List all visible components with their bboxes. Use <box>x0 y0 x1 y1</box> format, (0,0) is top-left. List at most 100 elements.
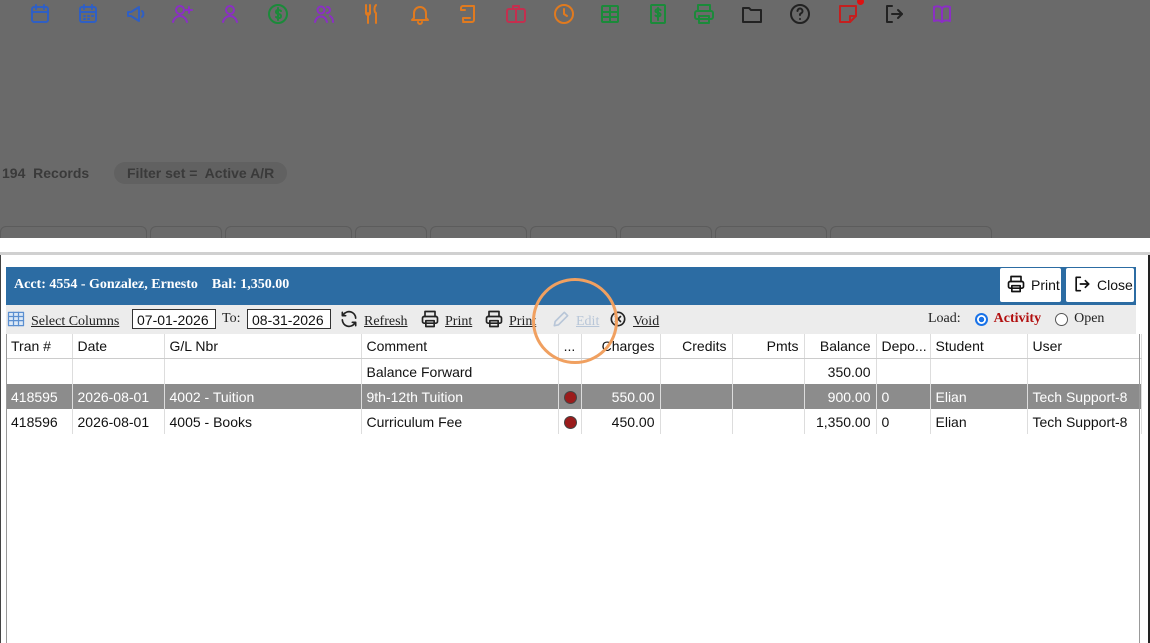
open-radio[interactable] <box>1055 312 1069 326</box>
refresh-label: Refresh <box>364 313 408 329</box>
column-header[interactable]: G/L Nbr <box>164 334 362 359</box>
print-label: Print <box>445 313 473 329</box>
print-button[interactable]: Print <box>999 267 1062 303</box>
table-cell-credits <box>660 409 733 434</box>
load-label: Load: <box>928 311 961 326</box>
void-label: Void <box>633 313 660 329</box>
print-button-label: Print <box>1031 277 1060 293</box>
select-columns-button[interactable]: Select Columns <box>6 309 119 334</box>
table-cell-comment: Curriculum Fee <box>361 409 559 434</box>
printer-icon <box>420 309 440 334</box>
select-columns-label: Select Columns <box>31 313 120 329</box>
dollar-doc-icon[interactable] <box>646 2 670 26</box>
calendar-grid-icon[interactable] <box>76 2 100 26</box>
table-cell-student: Elian <box>930 409 1028 434</box>
help-icon[interactable] <box>788 2 812 26</box>
column-header[interactable]: Credits <box>660 334 733 359</box>
table-cell-charges: 450.00 <box>581 409 661 434</box>
background-app: 194 Records Filter set = Active A/R <box>0 0 1150 239</box>
table-cell-pmts <box>732 358 805 384</box>
background-tabs <box>0 226 1150 239</box>
to-date-input[interactable]: 08-31-2026 <box>247 309 331 329</box>
table-cell-comment: 9th-12th Tuition <box>361 384 559 409</box>
table-cell-tran <box>6 358 73 384</box>
highlight-ring <box>532 278 618 364</box>
from-date-input[interactable]: 07-01-2026 <box>132 309 216 329</box>
bell-icon[interactable] <box>408 2 432 26</box>
megaphone-icon[interactable] <box>124 2 148 26</box>
activity-radio[interactable] <box>974 312 988 326</box>
app-toolbar <box>0 0 1150 30</box>
print-button[interactable]: Print <box>420 309 472 334</box>
logout-icon[interactable] <box>882 2 906 26</box>
column-header[interactable]: Student <box>930 334 1028 359</box>
add-user-icon[interactable] <box>170 2 194 26</box>
table-cell-balance: 900.00 <box>804 384 877 409</box>
printer-icon[interactable] <box>692 2 716 26</box>
table-cell-user <box>1027 358 1142 384</box>
column-header[interactable]: Pmts <box>732 334 805 359</box>
table-cell-user: Tech Support-8 <box>1027 409 1142 434</box>
table-cell-tran: 418595 <box>6 384 73 409</box>
close-button-label: Close <box>1097 277 1133 293</box>
table-cell-depo: 0 <box>876 384 931 409</box>
table-cell-comment: Balance Forward <box>361 358 559 384</box>
status-dot-icon <box>563 391 577 405</box>
table-cell-date: 2026-08-01 <box>72 384 165 409</box>
table-cell-date <box>72 358 165 384</box>
table-cell-charges: 550.00 <box>581 384 661 409</box>
table-cell-charges <box>581 358 661 384</box>
table-cell-flag <box>558 409 582 434</box>
account-title: Acct: 4554 - Gonzalez, Ernesto Bal: 1,35… <box>14 277 290 292</box>
load-options: Load: Activity Open <box>928 311 1104 327</box>
printer-icon <box>1006 274 1026 297</box>
table-cell-balance: 350.00 <box>804 358 877 384</box>
column-header[interactable]: Balance <box>804 334 877 359</box>
logout-icon <box>1072 274 1092 297</box>
table-cell-gl <box>164 358 362 384</box>
dollar-circle-icon[interactable] <box>266 2 290 26</box>
refresh-button[interactable]: Refresh <box>339 309 408 334</box>
book-icon[interactable] <box>930 2 954 26</box>
table-icon[interactable] <box>598 2 622 26</box>
printer-icon <box>484 309 504 334</box>
table-cell-date: 2026-08-01 <box>72 409 165 434</box>
column-header[interactable]: Date <box>72 334 165 359</box>
calendar-icon[interactable] <box>28 2 52 26</box>
utensils-icon[interactable] <box>360 2 384 26</box>
user-icon[interactable] <box>218 2 242 26</box>
records-count: 194 Records <box>2 165 90 181</box>
column-header[interactable]: User <box>1027 334 1142 359</box>
clock-icon[interactable] <box>552 2 576 26</box>
notification-dot <box>857 0 864 5</box>
status-dot-icon <box>563 416 577 430</box>
column-header[interactable]: Depo... <box>876 334 931 359</box>
filter-badge: Filter set = Active A/R <box>114 162 288 184</box>
sticky-note-icon[interactable] <box>836 2 860 26</box>
briefcase-icon[interactable] <box>504 2 528 26</box>
table-columns-icon <box>6 309 26 334</box>
table-cell-pmts <box>732 384 805 409</box>
table-cell-depo <box>876 358 931 384</box>
to-label: To: <box>222 311 241 326</box>
table-cell-gl: 4005 - Books <box>164 409 362 434</box>
table-cell-tran: 418596 <box>6 409 73 434</box>
close-button[interactable]: Close <box>1065 267 1135 303</box>
folder-icon[interactable] <box>740 2 764 26</box>
column-header[interactable]: Tran # <box>6 334 73 359</box>
scroll-icon[interactable] <box>456 2 480 26</box>
table-cell-student: Elian <box>930 384 1028 409</box>
users-icon[interactable] <box>312 2 336 26</box>
table-cell-depo: 0 <box>876 409 931 434</box>
print-alt-button[interactable]: Print <box>484 309 536 334</box>
column-header[interactable]: Comment <box>361 334 559 359</box>
table-cell-gl: 4002 - Tuition <box>164 384 362 409</box>
open-label: Open <box>1074 311 1105 326</box>
table-row[interactable]: 418595 2026-08-01 4002 - Tuition 9th-12th T… <box>6 384 1142 409</box>
table-cell-student <box>930 358 1028 384</box>
table-cell-flag <box>558 384 582 409</box>
table-row[interactable]: 418596 2026-08-01 4005 - Books Curriculum F… <box>6 409 1142 434</box>
activity-label: Activity <box>993 311 1042 326</box>
table-cell-credits <box>660 384 733 409</box>
separator <box>0 238 1150 252</box>
